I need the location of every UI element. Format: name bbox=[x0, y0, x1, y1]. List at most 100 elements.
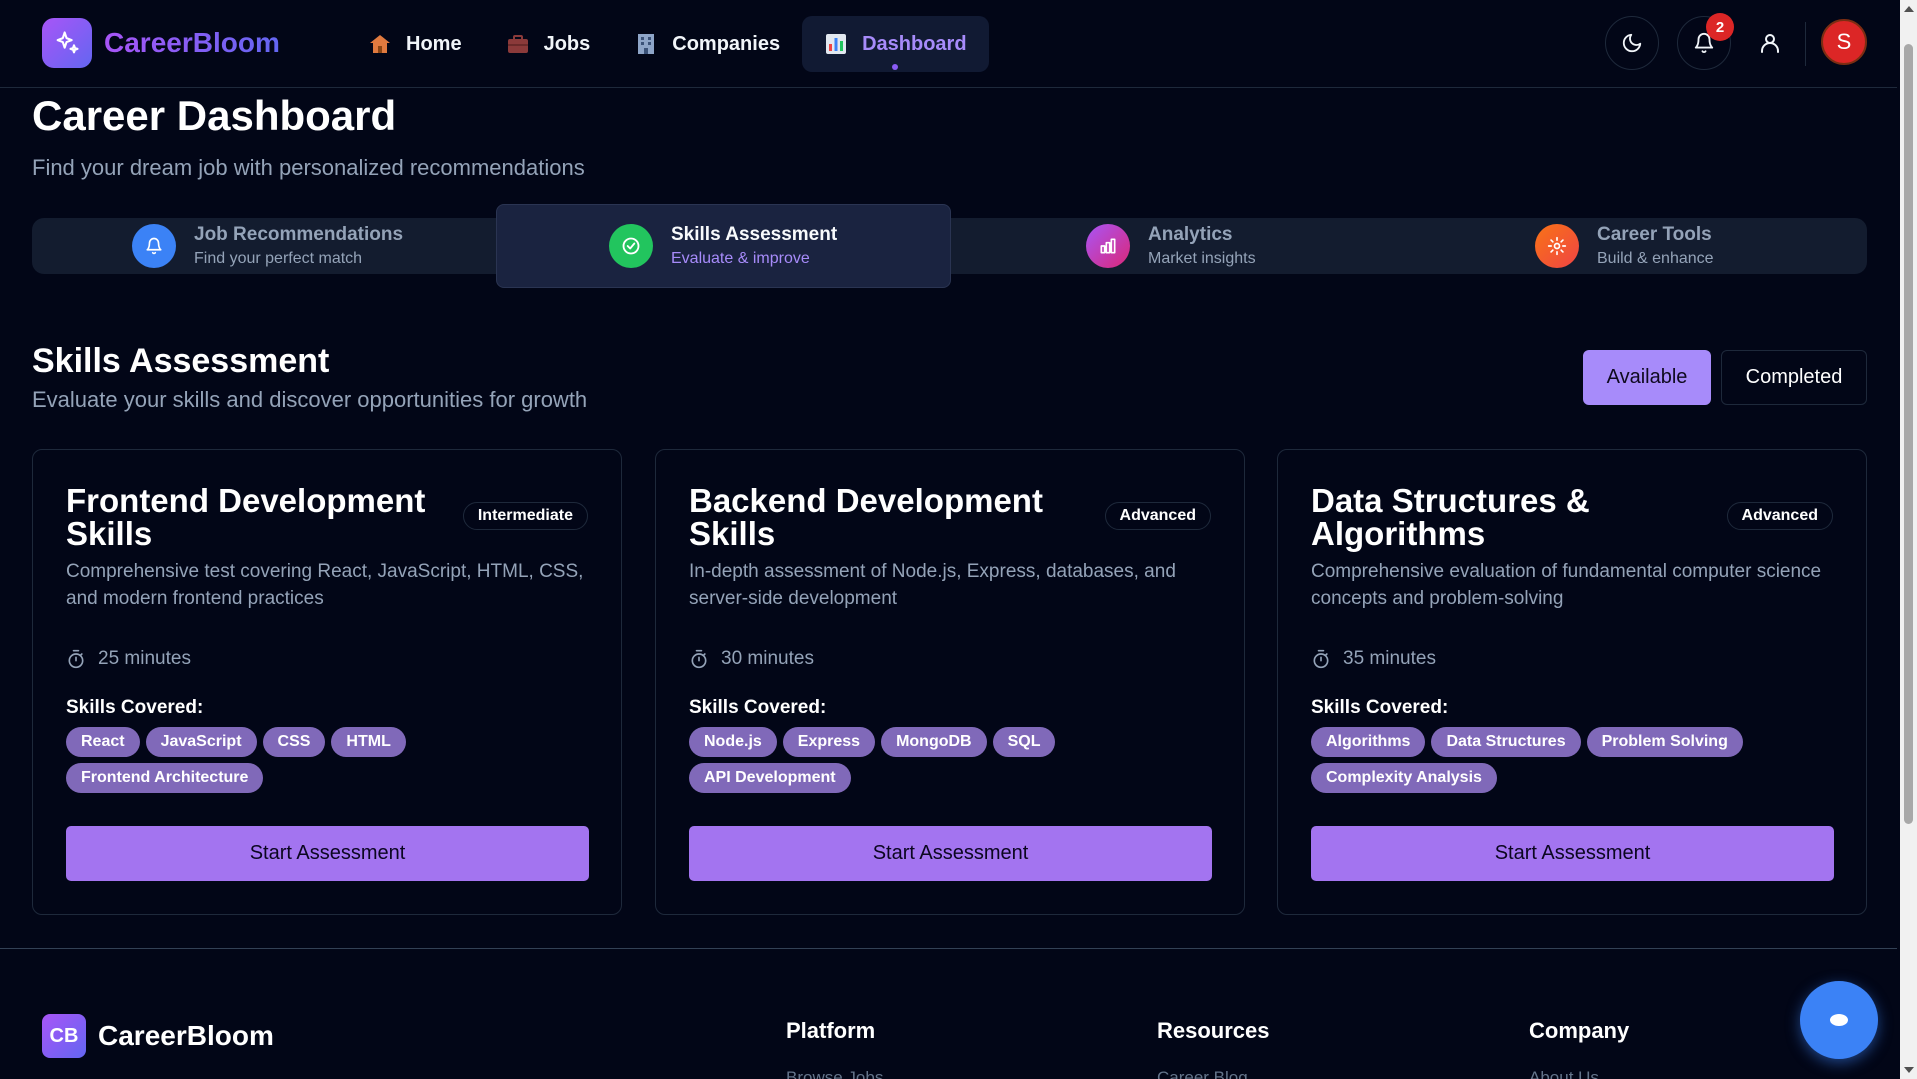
nav-dashboard[interactable]: Dashboard bbox=[802, 16, 989, 72]
chat-bubble-icon bbox=[1828, 1012, 1850, 1028]
profile-button[interactable] bbox=[1753, 26, 1787, 60]
skill-tag: Express bbox=[782, 727, 876, 757]
skills-label: Skills Covered: bbox=[689, 697, 827, 718]
tab-desc: Find your perfect match bbox=[194, 250, 363, 267]
footer-divider bbox=[0, 948, 1897, 949]
skills-label: Skills Covered: bbox=[1311, 697, 1449, 718]
skill-tag: React bbox=[66, 727, 140, 757]
footer-logo-badge: CB bbox=[42, 1014, 86, 1058]
skill-tag: Node.js bbox=[689, 727, 777, 757]
start-assessment-button[interactable]: Start Assessment bbox=[1311, 826, 1834, 881]
start-assessment-button[interactable]: Start Assessment bbox=[689, 826, 1212, 881]
brand-logo[interactable]: CareerBloom bbox=[42, 18, 280, 68]
skill-tag: MongoDB bbox=[881, 727, 987, 757]
skill-tag: Frontend Architecture bbox=[66, 763, 264, 793]
start-assessment-button[interactable]: Start Assessment bbox=[66, 826, 589, 881]
main-nav: Home Jobs Companies Dashboard bbox=[346, 16, 989, 72]
check-circle-icon bbox=[609, 224, 653, 268]
page-subtitle: Find your dream job with personalized re… bbox=[32, 155, 585, 180]
filter-completed-button[interactable]: Completed bbox=[1721, 350, 1867, 405]
moon-icon bbox=[1621, 32, 1643, 54]
section-title: Skills Assessment bbox=[32, 342, 330, 380]
nav-divider bbox=[1805, 22, 1806, 66]
footer-link[interactable]: Career Blog bbox=[1157, 1068, 1248, 1079]
card-description: Comprehensive test covering React, JavaS… bbox=[66, 561, 584, 609]
level-badge: Advanced bbox=[1104, 502, 1211, 530]
tab-title: Analytics bbox=[1148, 224, 1233, 245]
duration: 30 minutes bbox=[689, 648, 814, 670]
dashboard-tabs: Job Recommendations Find your perfect ma… bbox=[32, 204, 1867, 288]
page-scrollbar[interactable] bbox=[1900, 0, 1917, 1079]
nav-jobs[interactable]: Jobs bbox=[484, 16, 613, 72]
top-navbar: CareerBloom Home Jobs Companies Dashboar… bbox=[0, 0, 1897, 88]
tab-desc: Build & enhance bbox=[1597, 250, 1714, 267]
skill-tag: SQL bbox=[992, 727, 1056, 757]
card-title: Data Structures & Algorithms bbox=[1311, 482, 1590, 552]
filter-available-button[interactable]: Available bbox=[1583, 350, 1711, 405]
house-emoji-icon bbox=[368, 32, 392, 56]
nav-actions: 2 S bbox=[1587, 13, 1897, 72]
tab-desc: Market insights bbox=[1148, 250, 1256, 267]
timer-icon bbox=[1311, 649, 1343, 669]
assessment-card-dsa: Data Structures & Algorithms Advanced Co… bbox=[1277, 449, 1867, 915]
skill-tag: API Development bbox=[689, 763, 851, 793]
scrollbar-thumb[interactable] bbox=[1904, 44, 1913, 824]
skill-tag: HTML bbox=[331, 727, 406, 757]
scroll-up-arrow-icon[interactable] bbox=[1904, 6, 1914, 12]
card-title: Frontend Development Skills bbox=[66, 482, 426, 552]
nav-home[interactable]: Home bbox=[346, 16, 484, 72]
card-description: In-depth assessment of Node.js, Express,… bbox=[689, 561, 1176, 609]
office-building-emoji-icon bbox=[634, 32, 658, 56]
nav-companies-label: Companies bbox=[672, 32, 781, 55]
avatar[interactable]: S bbox=[1821, 19, 1867, 65]
tab-title: Career Tools bbox=[1597, 224, 1712, 245]
skills-list: React JavaScript CSS HTML Frontend Archi… bbox=[66, 727, 596, 793]
card-description: Comprehensive evaluation of fundamental … bbox=[1311, 561, 1822, 609]
sparkle-icon bbox=[42, 18, 92, 68]
nav-companies[interactable]: Companies bbox=[612, 16, 802, 72]
assessment-card-frontend: Frontend Development Skills Intermediate… bbox=[32, 449, 622, 915]
skill-tag: CSS bbox=[262, 727, 326, 757]
level-badge: Advanced bbox=[1726, 502, 1833, 530]
card-title: Backend Development Skills bbox=[689, 482, 1043, 552]
footer-brand-name: CareerBloom bbox=[98, 1020, 274, 1051]
duration: 25 minutes bbox=[66, 648, 191, 670]
footer-heading-platform: Platform bbox=[786, 1018, 876, 1043]
tab-analytics[interactable]: Analytics Market insights bbox=[1086, 218, 1256, 274]
skill-tag: Data Structures bbox=[1431, 727, 1581, 757]
scroll-down-arrow-icon[interactable] bbox=[1904, 1067, 1914, 1073]
theme-toggle-button[interactable] bbox=[1605, 16, 1659, 70]
timer-icon bbox=[689, 649, 721, 669]
brand-name: CareerBloom bbox=[104, 27, 280, 58]
nav-jobs-label: Jobs bbox=[543, 32, 591, 55]
skill-tag: Algorithms bbox=[1311, 727, 1426, 757]
timer-icon bbox=[66, 649, 98, 669]
footer-logo[interactable]: CB CareerBloom bbox=[42, 1014, 274, 1058]
duration-text: 30 minutes bbox=[721, 648, 814, 669]
section-subtitle: Evaluate your skills and discover opport… bbox=[32, 387, 588, 412]
tab-job-recommendations[interactable]: Job Recommendations Find your perfect ma… bbox=[132, 218, 403, 274]
assessment-card-backend: Backend Development Skills Advanced In-d… bbox=[655, 449, 1245, 915]
skills-list: Node.js Express MongoDB SQL API Developm… bbox=[689, 727, 1219, 793]
bell-icon bbox=[132, 224, 176, 268]
duration-text: 25 minutes bbox=[98, 648, 191, 669]
tab-title: Job Recommendations bbox=[194, 224, 404, 245]
skill-tag: JavaScript bbox=[145, 727, 257, 757]
nav-dashboard-label: Dashboard bbox=[862, 32, 967, 55]
skill-tag: Problem Solving bbox=[1586, 727, 1743, 757]
chat-button[interactable] bbox=[1800, 981, 1878, 1059]
footer-heading-company: Company bbox=[1529, 1018, 1630, 1043]
tab-career-tools[interactable]: Career Tools Build & enhance bbox=[1535, 218, 1714, 274]
tab-title: Skills Assessment bbox=[671, 224, 838, 245]
notifications-button[interactable]: 2 bbox=[1677, 13, 1734, 70]
footer-link[interactable]: Browse Jobs bbox=[786, 1068, 883, 1079]
tab-desc: Evaluate & improve bbox=[671, 250, 810, 267]
nav-home-label: Home bbox=[406, 32, 462, 55]
user-icon bbox=[1758, 31, 1782, 55]
page-title: Career Dashboard bbox=[32, 92, 397, 139]
footer-link[interactable]: About Us bbox=[1529, 1068, 1599, 1079]
skills-label: Skills Covered: bbox=[66, 697, 204, 718]
footer-heading-resources: Resources bbox=[1157, 1018, 1270, 1043]
tab-skills-assessment[interactable]: Skills Assessment Evaluate & improve bbox=[496, 204, 951, 288]
duration: 35 minutes bbox=[1311, 648, 1436, 670]
